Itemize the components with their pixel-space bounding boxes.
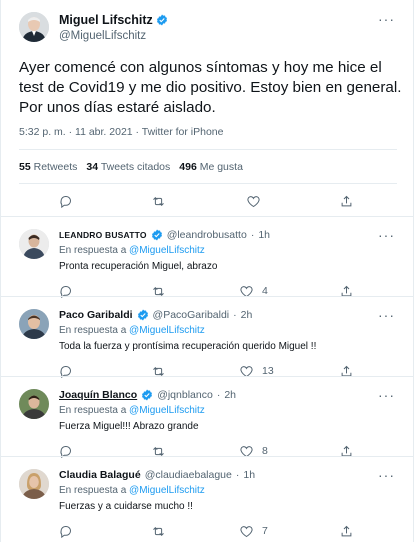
reply-time[interactable]: 1h xyxy=(258,229,270,241)
reply-tweet[interactable]: Paco Garibaldi @PacoGaribaldi · 2h ··· E… xyxy=(1,296,414,378)
retweet-button[interactable] xyxy=(151,521,166,541)
share-icon xyxy=(341,525,352,536)
share-button[interactable] xyxy=(339,521,354,541)
avatar[interactable] xyxy=(19,309,49,339)
in-reply-to: En respuesta a @MiguelLifschitz xyxy=(59,405,205,416)
avatar[interactable] xyxy=(19,469,49,499)
avatar-photo-icon xyxy=(19,309,49,339)
more-options-icon[interactable]: ··· xyxy=(378,388,395,402)
retweet-icon xyxy=(153,196,164,206)
more-options-icon[interactable]: ··· xyxy=(378,308,395,322)
author-handle[interactable]: @MiguelLifschitz xyxy=(59,30,146,42)
in-reply-to: En respuesta a @MiguelLifschitz xyxy=(59,485,205,496)
reply-text: Fuerzas y a cuidarse mucho !! xyxy=(59,501,193,512)
author-name-text: Miguel Lifschitz xyxy=(59,13,153,27)
reply-author-handle[interactable]: @PacoGaribaldi xyxy=(153,309,230,321)
likes-stat[interactable]: 496 Me gusta xyxy=(179,161,243,173)
verified-badge-icon xyxy=(142,389,153,401)
share-button[interactable] xyxy=(339,191,354,211)
avatar-photo-icon xyxy=(19,389,49,419)
more-options-icon[interactable]: ··· xyxy=(378,228,395,242)
reply-author-name[interactable]: LEANDRO BUSATTO xyxy=(59,230,147,240)
avatar[interactable] xyxy=(19,229,49,259)
reply-author-handle[interactable]: @leandrobusatto xyxy=(167,229,247,241)
share-icon xyxy=(341,195,352,206)
tweet-actions xyxy=(1,191,414,211)
reply-text: Fuerza Miguel!!! Abrazo grande xyxy=(59,421,199,432)
avatar-photo-icon xyxy=(19,469,49,499)
like-count: 7 xyxy=(262,525,268,537)
avatar-photo-icon xyxy=(19,229,49,259)
dot-separator: · xyxy=(216,389,221,401)
verified-badge-icon xyxy=(137,309,148,321)
dot-separator: · xyxy=(233,309,237,321)
dot-separator: · xyxy=(235,469,240,481)
avatar[interactable] xyxy=(19,12,49,42)
in-reply-to: En respuesta a @MiguelLifschitz xyxy=(59,325,205,336)
retweet-icon xyxy=(153,526,164,536)
quotes-stat[interactable]: 34 Tweets citados xyxy=(86,161,170,173)
reply-button[interactable] xyxy=(58,191,73,211)
retweet-button[interactable] xyxy=(151,191,166,211)
avatar[interactable] xyxy=(19,389,49,419)
reply-to-link[interactable]: @MiguelLifschitz xyxy=(129,245,205,256)
like-button[interactable]: 7 xyxy=(239,521,268,541)
reply-to-link[interactable]: @MiguelLifschitz xyxy=(129,485,205,496)
like-button[interactable] xyxy=(246,191,261,211)
reply-tweet[interactable]: LEANDRO BUSATTO @leandrobusatto · 1h ···… xyxy=(1,216,414,298)
reply-time[interactable]: 2h xyxy=(241,309,253,321)
tweet-thread: Miguel Lifschitz @MiguelLifschitz ··· Ay… xyxy=(0,0,414,542)
avatar-photo-icon xyxy=(19,12,49,42)
tweet-timestamp[interactable]: 5:32 p. m. · 11 abr. 2021 · Twitter for … xyxy=(19,126,223,138)
heart-icon xyxy=(240,525,253,537)
reply-to-link[interactable]: @MiguelLifschitz xyxy=(129,405,205,416)
reply-to-link[interactable]: @MiguelLifschitz xyxy=(129,325,205,336)
in-reply-to: En respuesta a @MiguelLifschitz xyxy=(59,245,205,256)
reply-tweet[interactable]: Claudia Balagué @claudiaebalague · 1h ··… xyxy=(1,456,414,542)
more-options-icon[interactable]: ··· xyxy=(378,468,395,482)
reply-author-handle[interactable]: @claudiaebalague xyxy=(145,469,232,481)
main-tweet: Miguel Lifschitz @MiguelLifschitz ··· Ay… xyxy=(1,0,414,216)
reply-header: Claudia Balagué @claudiaebalague · 1h xyxy=(59,469,255,481)
verified-badge-icon xyxy=(156,14,167,26)
retweets-stat[interactable]: 55 Retweets xyxy=(19,161,77,173)
dot-separator: · xyxy=(250,229,255,241)
verified-badge-icon xyxy=(151,229,162,241)
reply-text: Pronta recuperación Miguel, abrazo xyxy=(59,261,218,272)
reply-tweet[interactable]: Joaquín Blanco @jqnblanco · 2h ··· En re… xyxy=(1,376,414,458)
reply-actions: 7 xyxy=(1,521,414,541)
more-options-icon[interactable]: ··· xyxy=(378,12,395,26)
reply-icon xyxy=(60,525,71,538)
reply-header: LEANDRO BUSATTO @leandrobusatto · 1h xyxy=(59,229,270,241)
tweet-stats: 55 Retweets 34 Tweets citados 496 Me gus… xyxy=(19,161,243,173)
reply-button[interactable] xyxy=(58,521,73,541)
reply-header: Joaquín Blanco @jqnblanco · 2h xyxy=(59,389,236,401)
heart-icon xyxy=(247,195,260,207)
divider xyxy=(19,149,397,150)
reply-author-name[interactable]: Joaquín Blanco xyxy=(59,389,137,401)
divider xyxy=(19,183,397,184)
reply-icon xyxy=(60,195,71,208)
reply-time[interactable]: 2h xyxy=(224,389,236,401)
reply-time[interactable]: 1h xyxy=(243,469,255,481)
reply-text: Toda la fuerza y prontísima recuperación… xyxy=(59,341,317,352)
author-name[interactable]: Miguel Lifschitz xyxy=(59,13,168,27)
reply-author-handle[interactable]: @jqnblanco xyxy=(157,389,213,401)
reply-header: Paco Garibaldi @PacoGaribaldi · 2h xyxy=(59,309,252,321)
tweet-text: Ayer comencé con algunos síntomas y hoy … xyxy=(19,59,402,116)
reply-author-name[interactable]: Paco Garibaldi xyxy=(59,309,133,321)
reply-author-name[interactable]: Claudia Balagué xyxy=(59,469,141,481)
